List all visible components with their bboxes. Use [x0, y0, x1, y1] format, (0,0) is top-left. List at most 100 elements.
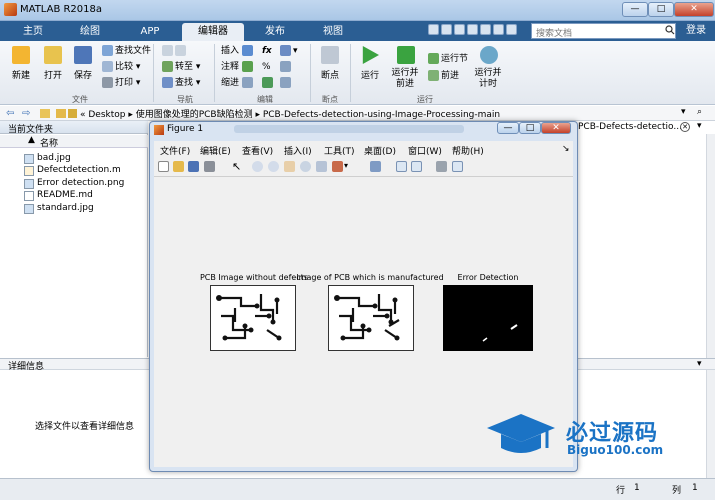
new-button[interactable]: 新建: [8, 46, 34, 81]
indent-label: 缩进: [221, 78, 240, 88]
show-plot-tools-icon[interactable]: [452, 161, 463, 172]
tab-publish[interactable]: 发布: [248, 23, 302, 41]
indent-button[interactable]: 缩进: [221, 77, 255, 90]
close-panel-icon[interactable]: ✕: [680, 122, 690, 132]
legend-icon[interactable]: [411, 161, 422, 172]
cut-icon[interactable]: [441, 24, 452, 35]
redo-icon[interactable]: [493, 24, 504, 35]
open-file-icon[interactable]: [173, 161, 184, 172]
login-button[interactable]: 登录: [680, 22, 712, 40]
menu-view[interactable]: 查看(V): [242, 144, 273, 157]
run-section-button[interactable]: 运行节: [428, 53, 468, 66]
print-figure-icon[interactable]: [204, 161, 215, 172]
run-and-advance-button[interactable]: 运行并前进: [390, 46, 422, 90]
menu-help[interactable]: 帮助(H): [452, 144, 484, 157]
pointer-icon[interactable]: ↖: [232, 161, 243, 172]
back-forward-buttons[interactable]: [162, 45, 188, 58]
menu-desktop[interactable]: 桌面(D): [364, 144, 396, 157]
link-plot-icon[interactable]: [370, 161, 381, 172]
panel-menu-icon[interactable]: ▾: [697, 121, 702, 131]
save-figure-icon[interactable]: [188, 161, 199, 172]
ribbon-divider: [310, 44, 311, 102]
find-button[interactable]: 查找 ▾: [162, 77, 200, 90]
minimize-button[interactable]: —: [622, 2, 648, 17]
menu-window[interactable]: 窗口(W): [408, 144, 442, 157]
breakpoints-button[interactable]: 断点: [316, 46, 344, 81]
figure-minimize-button[interactable]: —: [497, 122, 519, 134]
smart-indent-icon[interactable]: [262, 77, 275, 90]
search-input[interactable]: 搜索文档: [531, 23, 676, 39]
figure-toolbar: ↖ ▾: [154, 157, 573, 177]
tab-home[interactable]: 主页: [8, 23, 58, 41]
hide-plot-tools-icon[interactable]: [436, 161, 447, 172]
print-button[interactable]: 打印 ▾: [102, 77, 140, 90]
file-item[interactable]: bad.jpg: [0, 153, 148, 165]
editor-tab-title[interactable]: PCB-Defects-detectio...: [578, 122, 682, 132]
insert-section-icon[interactable]: ▾: [280, 45, 298, 58]
run-and-time-button[interactable]: 运行并计时: [474, 46, 504, 90]
address-dropdown-icon[interactable]: ▾: [681, 107, 686, 117]
menu-tools[interactable]: 工具(T): [324, 144, 355, 157]
command-window-scrollbar[interactable]: [706, 370, 715, 478]
insert-button[interactable]: 插入: [221, 45, 255, 58]
undo-icon[interactable]: [480, 24, 491, 35]
compare-icon: [102, 61, 113, 72]
figure-close-button[interactable]: ✕: [541, 122, 571, 134]
run-button[interactable]: 运行: [356, 46, 384, 81]
open-button[interactable]: 打开: [40, 46, 66, 81]
name-column-header[interactable]: ▲ 名称: [0, 135, 148, 149]
details-menu-icon[interactable]: ▾: [697, 359, 702, 369]
colorbar-icon[interactable]: [396, 161, 407, 172]
paste-icon[interactable]: [467, 24, 478, 35]
zoom-in-icon[interactable]: [252, 161, 263, 172]
breakpoints-icon: [321, 46, 339, 64]
tab-apps[interactable]: APP: [122, 23, 178, 41]
address-path[interactable]: « Desktop ▸ 使用图像处理的PCB缺陷检测 ▸ PCB-Defects…: [80, 107, 500, 120]
rotate-icon[interactable]: [300, 161, 311, 172]
fx-button[interactable]: fx: [262, 45, 272, 58]
percent-icon[interactable]: %: [262, 61, 271, 74]
editor-scrollbar[interactable]: [706, 134, 715, 358]
data-cursor-icon[interactable]: [316, 161, 327, 172]
print-label: 打印: [115, 78, 134, 88]
tab-editor[interactable]: 编辑器: [182, 23, 244, 41]
help-icon[interactable]: [506, 24, 517, 35]
find-files-button[interactable]: 查找文件: [102, 45, 151, 58]
save-icon[interactable]: [428, 24, 439, 35]
file-item[interactable]: Error detection.png: [0, 178, 148, 190]
address-search-icon[interactable]: ⌕: [697, 107, 702, 117]
search-icon[interactable]: [665, 25, 675, 35]
tab-plots[interactable]: 绘图: [62, 23, 118, 41]
back-arrow-icon[interactable]: ⇦: [6, 108, 14, 119]
comment-button[interactable]: 注释: [221, 61, 255, 74]
new-figure-icon[interactable]: [158, 161, 169, 172]
close-button[interactable]: ✕: [674, 2, 714, 17]
wrap-comments-icon[interactable]: [280, 61, 293, 74]
dock-arrow-icon[interactable]: ↘: [562, 144, 570, 154]
menu-insert[interactable]: 插入(I): [284, 144, 312, 157]
brush-icon[interactable]: [332, 161, 343, 172]
file-item[interactable]: Defectdetection.m: [0, 165, 148, 177]
decrease-indent-icon[interactable]: [280, 77, 293, 90]
maximize-button[interactable]: □: [648, 2, 674, 17]
copy-icon[interactable]: [454, 24, 465, 35]
up-folder-icon[interactable]: [40, 109, 50, 118]
browse-folder-icon[interactable]: [56, 109, 66, 118]
brush-dropdown-icon[interactable]: ▾: [344, 161, 355, 172]
compare-button[interactable]: 比较 ▾: [102, 61, 140, 74]
file-item[interactable]: standard.jpg: [0, 203, 148, 215]
figure-maximize-button[interactable]: □: [519, 122, 541, 134]
new-icon: [12, 46, 30, 64]
save-button[interactable]: 保存: [70, 46, 96, 81]
zoom-out-icon[interactable]: [268, 161, 279, 172]
tab-view[interactable]: 视图: [306, 23, 360, 41]
menu-edit[interactable]: 编辑(E): [200, 144, 231, 157]
forward-arrow-icon[interactable]: ⇨: [22, 108, 30, 119]
menu-file[interactable]: 文件(F): [160, 144, 190, 157]
pan-icon[interactable]: [284, 161, 295, 172]
row-label: 行: [616, 486, 626, 496]
advance-button[interactable]: 前进: [428, 70, 459, 83]
goto-button[interactable]: 转至 ▾: [162, 61, 200, 74]
file-item[interactable]: README.md: [0, 190, 148, 202]
advance-icon: [428, 70, 439, 81]
